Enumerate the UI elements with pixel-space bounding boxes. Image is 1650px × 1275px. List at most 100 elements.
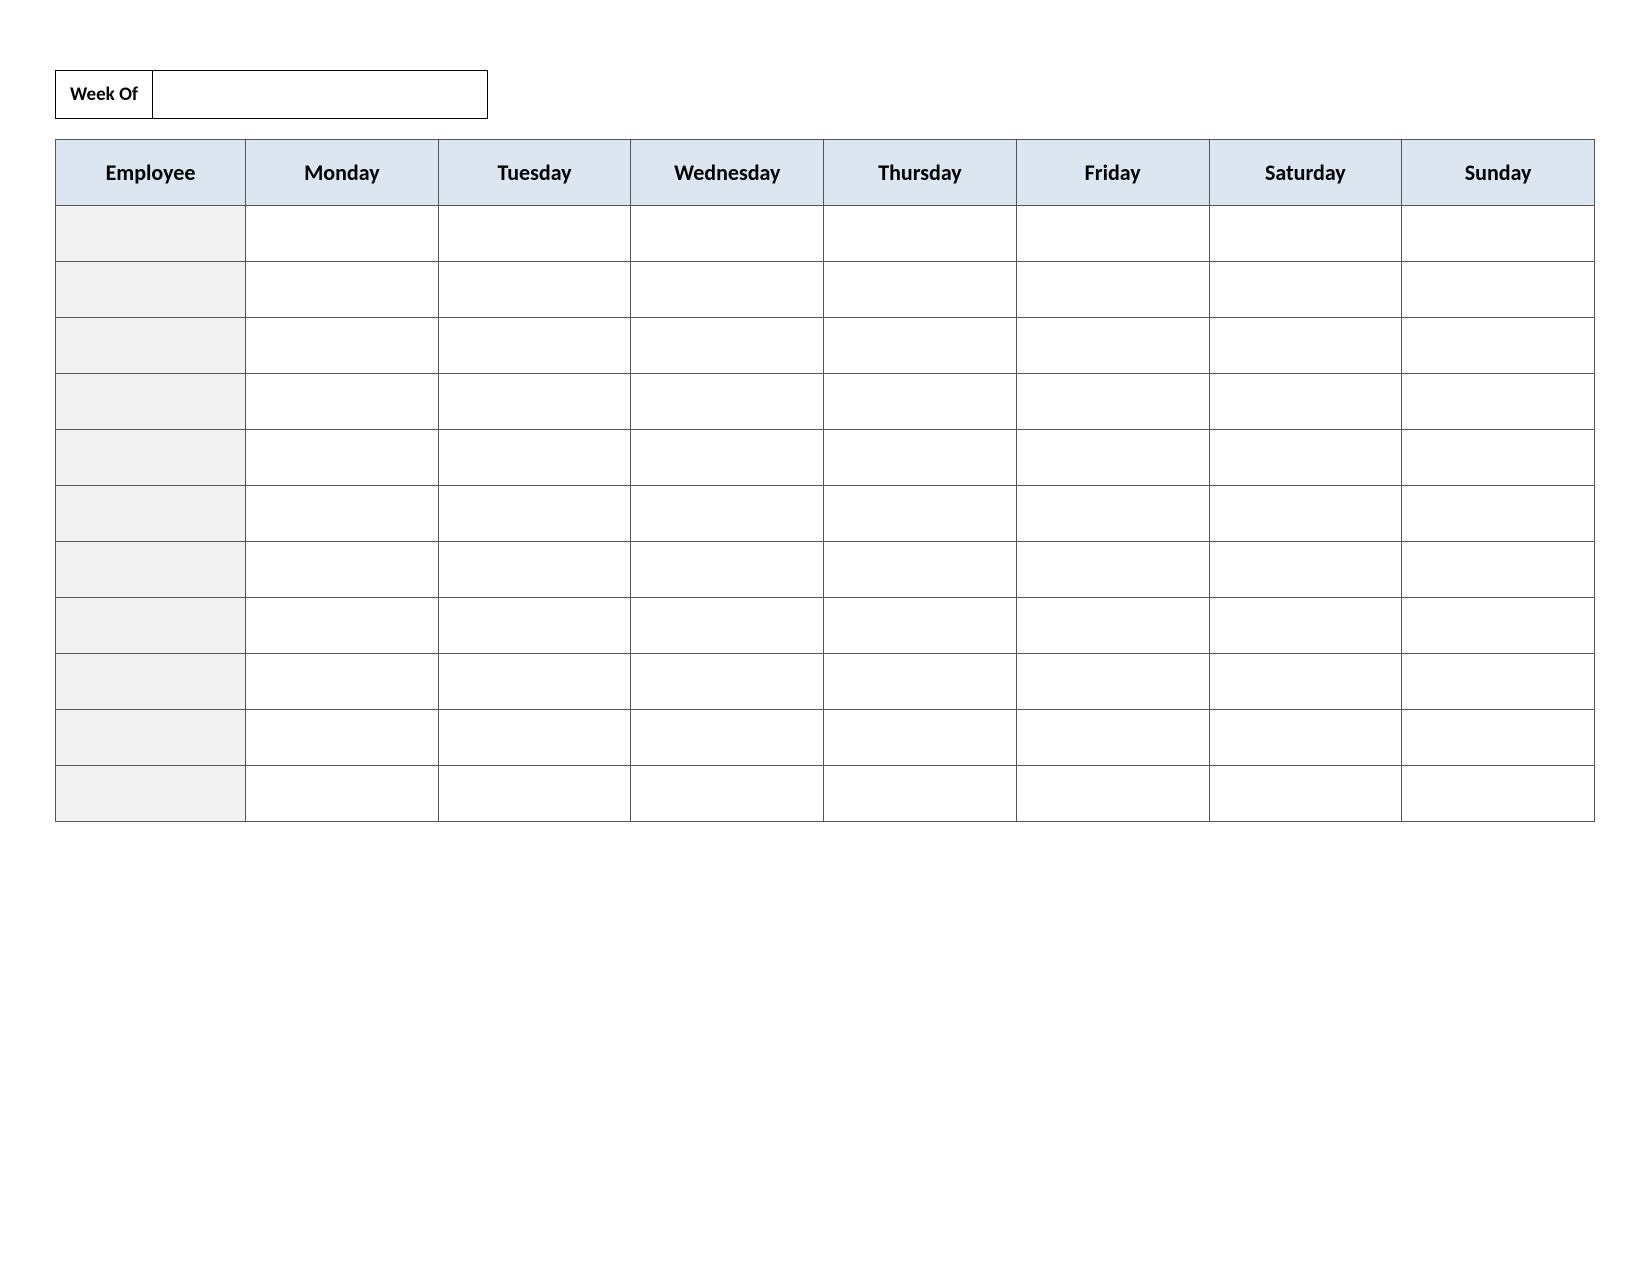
schedule-cell[interactable] (1209, 598, 1402, 654)
week-of-row: Week Of (55, 70, 1595, 119)
schedule-cell[interactable] (824, 766, 1017, 822)
schedule-cell[interactable] (631, 766, 824, 822)
schedule-cell[interactable] (438, 486, 631, 542)
schedule-cell[interactable] (824, 542, 1017, 598)
table-row (56, 486, 1595, 542)
employee-cell[interactable] (56, 486, 246, 542)
schedule-cell[interactable] (1209, 430, 1402, 486)
employee-cell[interactable] (56, 598, 246, 654)
schedule-cell[interactable] (1016, 598, 1209, 654)
schedule-cell[interactable] (631, 262, 824, 318)
schedule-cell[interactable] (1402, 374, 1595, 430)
schedule-cell[interactable] (246, 262, 439, 318)
schedule-cell[interactable] (1016, 710, 1209, 766)
schedule-cell[interactable] (438, 206, 631, 262)
schedule-cell[interactable] (631, 598, 824, 654)
schedule-cell[interactable] (1016, 262, 1209, 318)
schedule-cell[interactable] (246, 542, 439, 598)
schedule-cell[interactable] (824, 598, 1017, 654)
schedule-cell[interactable] (438, 654, 631, 710)
employee-cell[interactable] (56, 766, 246, 822)
schedule-cell[interactable] (1209, 486, 1402, 542)
schedule-cell[interactable] (1209, 654, 1402, 710)
schedule-cell[interactable] (631, 542, 824, 598)
schedule-cell[interactable] (631, 318, 824, 374)
employee-cell[interactable] (56, 542, 246, 598)
schedule-cell[interactable] (246, 374, 439, 430)
schedule-cell[interactable] (631, 374, 824, 430)
schedule-cell[interactable] (246, 598, 439, 654)
table-row (56, 262, 1595, 318)
schedule-cell[interactable] (1016, 766, 1209, 822)
schedule-cell[interactable] (1016, 318, 1209, 374)
employee-cell[interactable] (56, 374, 246, 430)
schedule-cell[interactable] (1016, 430, 1209, 486)
schedule-cell[interactable] (824, 206, 1017, 262)
schedule-cell[interactable] (631, 486, 824, 542)
schedule-cell[interactable] (1209, 766, 1402, 822)
col-sunday: Sunday (1402, 140, 1595, 206)
schedule-cell[interactable] (824, 262, 1017, 318)
col-tuesday: Tuesday (438, 140, 631, 206)
schedule-cell[interactable] (631, 430, 824, 486)
schedule-cell[interactable] (631, 654, 824, 710)
schedule-cell[interactable] (1402, 430, 1595, 486)
col-friday: Friday (1016, 140, 1209, 206)
schedule-cell[interactable] (246, 766, 439, 822)
schedule-cell[interactable] (1209, 318, 1402, 374)
week-of-value[interactable] (153, 70, 488, 119)
schedule-cell[interactable] (438, 710, 631, 766)
col-thursday: Thursday (824, 140, 1017, 206)
schedule-cell[interactable] (1016, 206, 1209, 262)
schedule-cell[interactable] (824, 654, 1017, 710)
schedule-cell[interactable] (1402, 486, 1595, 542)
schedule-cell[interactable] (1209, 206, 1402, 262)
schedule-cell[interactable] (1209, 374, 1402, 430)
schedule-cell[interactable] (1402, 654, 1595, 710)
employee-cell[interactable] (56, 262, 246, 318)
employee-cell[interactable] (56, 430, 246, 486)
schedule-cell[interactable] (438, 374, 631, 430)
schedule-cell[interactable] (438, 766, 631, 822)
employee-cell[interactable] (56, 654, 246, 710)
table-row (56, 206, 1595, 262)
schedule-cell[interactable] (1402, 598, 1595, 654)
schedule-cell[interactable] (1402, 206, 1595, 262)
schedule-cell[interactable] (246, 486, 439, 542)
schedule-cell[interactable] (1402, 710, 1595, 766)
schedule-cell[interactable] (824, 374, 1017, 430)
employee-cell[interactable] (56, 710, 246, 766)
schedule-cell[interactable] (631, 206, 824, 262)
schedule-cell[interactable] (1209, 710, 1402, 766)
schedule-cell[interactable] (246, 654, 439, 710)
schedule-cell[interactable] (824, 318, 1017, 374)
schedule-cell[interactable] (1016, 486, 1209, 542)
schedule-cell[interactable] (246, 318, 439, 374)
table-row (56, 598, 1595, 654)
schedule-cell[interactable] (1209, 542, 1402, 598)
schedule-cell[interactable] (1402, 262, 1595, 318)
table-row (56, 654, 1595, 710)
schedule-cell[interactable] (438, 430, 631, 486)
schedule-cell[interactable] (631, 710, 824, 766)
schedule-cell[interactable] (1209, 262, 1402, 318)
schedule-cell[interactable] (824, 486, 1017, 542)
schedule-cell[interactable] (824, 710, 1017, 766)
schedule-cell[interactable] (1402, 318, 1595, 374)
schedule-cell[interactable] (246, 206, 439, 262)
schedule-cell[interactable] (438, 598, 631, 654)
schedule-cell[interactable] (1402, 766, 1595, 822)
schedule-cell[interactable] (824, 430, 1017, 486)
schedule-cell[interactable] (438, 542, 631, 598)
schedule-cell[interactable] (246, 710, 439, 766)
schedule-cell[interactable] (438, 318, 631, 374)
schedule-cell[interactable] (1402, 542, 1595, 598)
schedule-cell[interactable] (438, 262, 631, 318)
schedule-cell[interactable] (1016, 654, 1209, 710)
schedule-cell[interactable] (1016, 542, 1209, 598)
schedule-cell[interactable] (246, 430, 439, 486)
employee-cell[interactable] (56, 206, 246, 262)
employee-cell[interactable] (56, 318, 246, 374)
schedule-cell[interactable] (1016, 374, 1209, 430)
col-employee: Employee (56, 140, 246, 206)
